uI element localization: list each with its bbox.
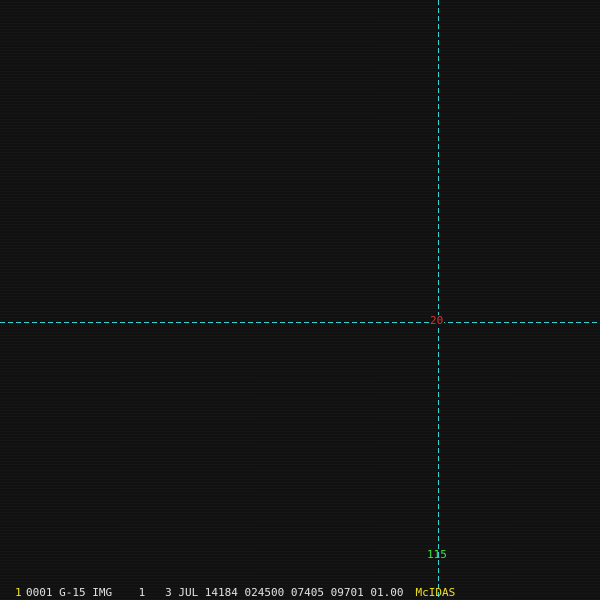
image-frame[interactable]: 20 115 1 0001 G-15 IMG 1 3 JUL 14184 024…	[0, 0, 600, 600]
frame-number: 1	[15, 586, 22, 599]
map-grid-overlay	[0, 0, 600, 600]
latitude-label: 20	[429, 314, 445, 327]
image-info-text: 0001 G-15 IMG 1 3 JUL 14184 024500 07405…	[26, 586, 404, 599]
system-name-label: McIDAS	[415, 586, 456, 599]
longitude-label: 115	[427, 548, 447, 561]
status-bar: 1 0001 G-15 IMG 1 3 JUL 14184 024500 074…	[0, 586, 600, 600]
